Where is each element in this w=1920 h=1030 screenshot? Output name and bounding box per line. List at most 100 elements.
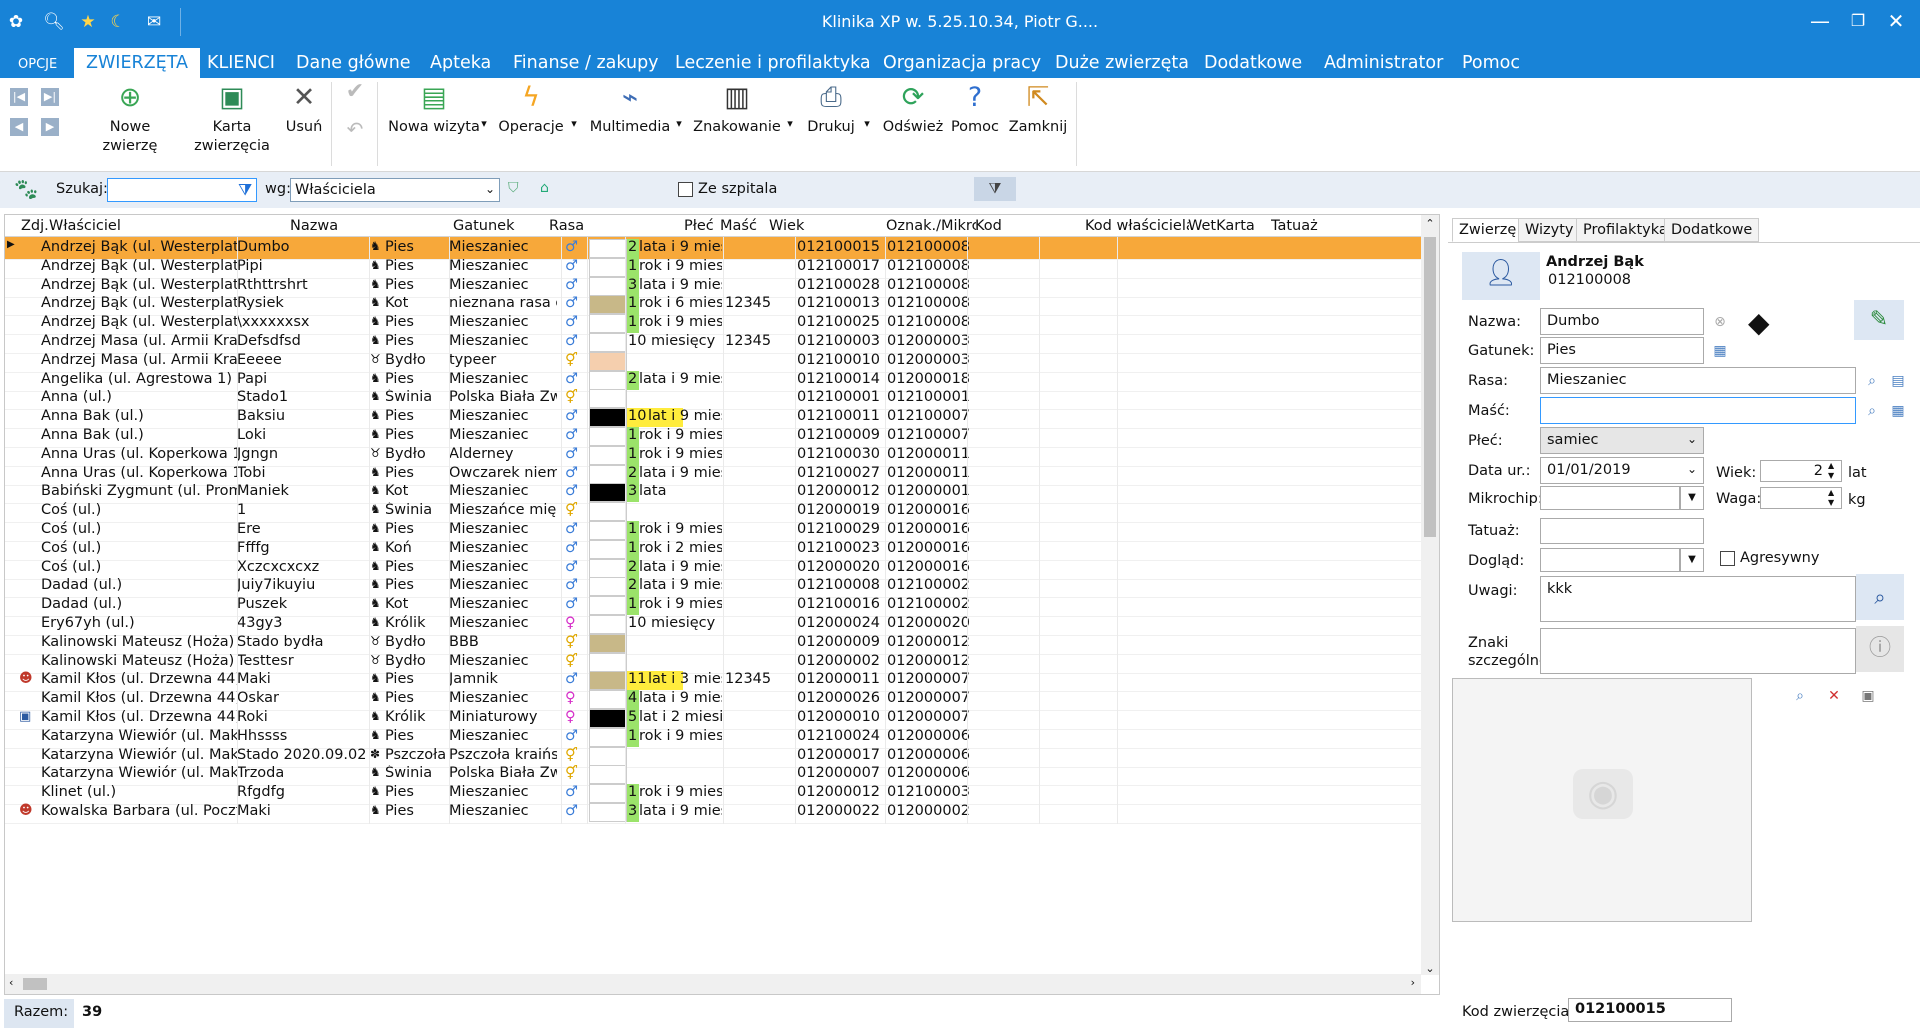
col-wetkarta[interactable]: WetKarta — [1188, 218, 1276, 234]
tab-prophylaxis[interactable]: Profilaktyka — [1576, 218, 1675, 242]
refresh-button[interactable]: ⟳ Odśwież — [880, 82, 946, 137]
col-sex[interactable]: Płeć — [684, 218, 720, 234]
clear-filter-icon[interactable]: ⌂ — [540, 180, 549, 196]
col-owner-code[interactable]: Kod właściciela — [1085, 218, 1189, 234]
hscroll-thumb[interactable] — [23, 978, 47, 990]
name-field[interactable]: Dumbo — [1540, 308, 1704, 335]
new-visit-button[interactable]: ▤ Nowa wizyta — [384, 82, 484, 137]
age-spinner-icon[interactable]: ▲ ▼ — [1828, 461, 1834, 481]
aggressive-checkbox[interactable] — [1720, 551, 1735, 566]
species-field[interactable]: Pies — [1540, 337, 1704, 364]
color-search-icon[interactable]: ⌕ — [1862, 401, 1882, 421]
menu-finanse[interactable]: Finanse / zakupy — [513, 53, 659, 73]
species-list-icon[interactable]: ▦ — [1710, 341, 1730, 361]
col-code[interactable]: Kod — [975, 218, 1085, 234]
funnel-icon[interactable]: ⧩ — [974, 177, 1016, 201]
clear-name-icon[interactable]: ⊗ — [1710, 312, 1730, 332]
care-field[interactable] — [1540, 548, 1680, 572]
shield-filter-icon[interactable]: ⛉ — [508, 180, 519, 196]
menu-apteka[interactable]: Apteka — [430, 53, 491, 73]
marks-field[interactable] — [1540, 628, 1856, 674]
animal-card-button[interactable]: ▣ Karta zwierzęcia — [192, 82, 272, 156]
col-name[interactable]: Nazwa — [290, 218, 455, 234]
info-icon[interactable]: ⓘ — [1856, 626, 1904, 672]
col-breed[interactable]: Rasa — [549, 218, 684, 234]
scroll-right-icon[interactable]: › — [1411, 976, 1415, 989]
tab-additional[interactable]: Dodatkowe — [1664, 218, 1760, 242]
new-animal-button[interactable]: ⊕ Nowe zwierzę — [82, 82, 178, 156]
color-field[interactable] — [1540, 397, 1856, 424]
col-chip[interactable]: Oznak./Mikrc — [886, 218, 976, 234]
col-photo[interactable]: Zdj. — [21, 218, 51, 234]
tab-animal[interactable]: Zwierzę — [1452, 218, 1524, 242]
print-dropdown-icon[interactable]: ▾ — [860, 114, 874, 133]
vertical-scrollbar[interactable]: ⌃ ⌄ — [1421, 215, 1439, 975]
menu-organizacja[interactable]: Organizacja pracy — [883, 53, 1041, 73]
help-button[interactable]: ? Pomoc — [948, 82, 1002, 137]
multimedia-button[interactable]: ⌁ Multimedia — [588, 82, 672, 137]
horizontal-scrollbar[interactable]: ‹ › — [5, 974, 1421, 994]
filter-icon[interactable]: ⧩ — [238, 180, 252, 200]
photo-scan-icon[interactable]: ▣ — [1858, 686, 1878, 706]
next-record-icon[interactable]: ▶ — [41, 118, 59, 136]
close-button[interactable]: ⇱ Zamknij — [1006, 82, 1070, 137]
col-species[interactable]: Gatunek — [453, 218, 548, 234]
animal-code-field[interactable]: 012100015 — [1568, 998, 1732, 1022]
menu-zwierzeta[interactable]: ZWIERZĘTA — [74, 48, 201, 78]
scroll-down-icon[interactable]: ⌄ — [1421, 962, 1439, 975]
menu-leczenie[interactable]: Leczenie i profilaktyka — [675, 53, 871, 73]
photo-delete-icon[interactable]: ✕ — [1824, 686, 1844, 706]
sex-select[interactable]: samiec ⌄ — [1540, 427, 1704, 454]
multimedia-dropdown-icon[interactable]: ▾ — [672, 114, 686, 133]
search-by-select[interactable]: Właściciela ⌄ — [290, 178, 500, 202]
operations-button[interactable]: ϟ Operacje — [496, 82, 566, 137]
operations-dropdown-icon[interactable]: ▾ — [567, 114, 581, 133]
check-icon[interactable]: ✔ — [339, 81, 371, 103]
hospital-checkbox[interactable] — [678, 182, 693, 197]
menu-duze-zwierzeta[interactable]: Duże zwierzęta — [1055, 53, 1189, 73]
weight-spinner-icon[interactable]: ▲ ▼ — [1828, 488, 1834, 508]
photo-area[interactable]: ◉ — [1452, 678, 1752, 922]
notes-search-icon[interactable]: ⌕ — [1856, 574, 1904, 620]
minimize-button[interactable]: — — [1800, 6, 1840, 36]
face-icon[interactable]: ☻ — [19, 803, 33, 818]
menu-administrator[interactable]: Administrator — [1324, 53, 1443, 73]
restore-button[interactable]: ❐ — [1838, 6, 1878, 36]
col-owner[interactable]: Właściciel — [49, 218, 289, 234]
photo-search-icon[interactable]: ⌕ — [1790, 686, 1810, 706]
menu-dodatkowe[interactable]: Dodatkowe — [1204, 53, 1302, 73]
marking-button[interactable]: ▥ Znakowanie — [693, 82, 781, 137]
scroll-thumb[interactable] — [1424, 237, 1436, 537]
scroll-up-icon[interactable]: ⌃ — [1421, 215, 1439, 233]
search-input[interactable] — [107, 178, 257, 202]
face-icon[interactable]: ☻ — [19, 671, 33, 686]
dob-field[interactable]: 01/01/2019 ⌄ — [1540, 457, 1704, 484]
menu-klienci[interactable]: KLIENCI — [207, 53, 275, 73]
table-row[interactable]: ☻ Kowalska Barbara (ul. Pocztowa 1)Maki ♞ P… — [5, 801, 1421, 824]
tattoo-field[interactable] — [1540, 518, 1704, 544]
scroll-left-icon[interactable]: ‹ — [9, 976, 13, 989]
last-record-icon[interactable]: ▶| — [41, 88, 59, 106]
new-visit-dropdown-icon[interactable]: ▾ — [477, 114, 491, 133]
edit-pencil-icon[interactable]: ✎ — [1854, 300, 1904, 340]
tab-visits[interactable]: Wizyty — [1518, 218, 1581, 242]
color-list-icon[interactable]: ▦ — [1888, 401, 1908, 421]
close-window-button[interactable]: ✕ — [1876, 6, 1916, 36]
col-age[interactable]: Wiek — [769, 218, 884, 234]
care-dropdown-icon[interactable]: ▼ — [1680, 548, 1704, 572]
delete-button[interactable]: ✕ Usuń — [282, 82, 326, 137]
breed-list-icon[interactable]: ▤ — [1888, 371, 1908, 391]
notes-field[interactable]: kkk — [1540, 576, 1856, 622]
owner-avatar-icon[interactable]: 👤︎ — [1462, 252, 1540, 300]
camera-icon[interactable]: ▣ — [19, 709, 31, 724]
prev-record-icon[interactable]: ◀ — [10, 118, 28, 136]
breed-field[interactable]: Mieszaniec — [1540, 367, 1856, 394]
first-record-icon[interactable]: |◀ — [10, 88, 28, 106]
breed-search-icon[interactable]: ⌕ — [1862, 371, 1882, 391]
menu-pomoc[interactable]: Pomoc — [1462, 53, 1520, 73]
col-color[interactable]: Maść — [720, 218, 768, 234]
chip-dropdown-icon[interactable]: ▼ — [1680, 486, 1704, 510]
menu-opcje[interactable]: OPCJE — [18, 57, 57, 72]
menu-dane-glowne[interactable]: Dane główne — [296, 53, 411, 73]
print-button[interactable]: ⎙ Drukuj — [801, 82, 861, 137]
